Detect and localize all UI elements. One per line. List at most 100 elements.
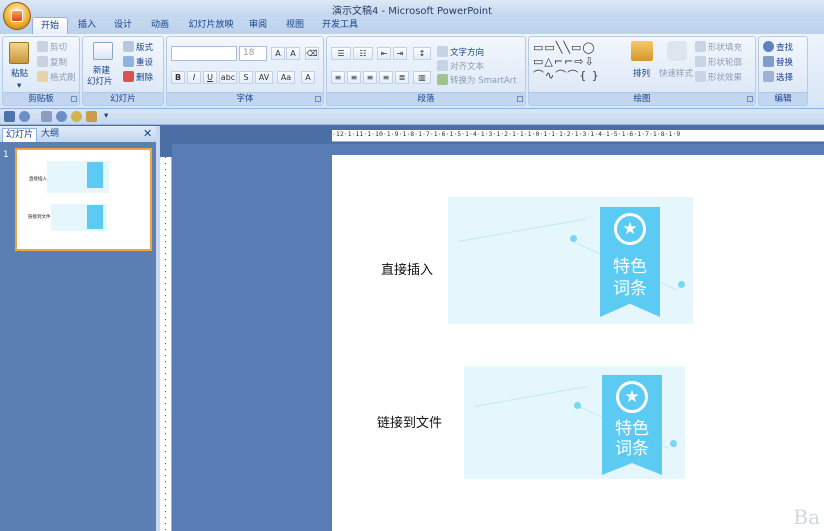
banner-line2: 词条 <box>613 279 647 299</box>
undo-icon[interactable] <box>19 111 30 122</box>
tab-review[interactable]: 审阅 <box>243 17 273 34</box>
paste-button[interactable]: 粘贴 <box>11 67 28 79</box>
select-button[interactable]: 选择 <box>776 71 793 83</box>
find-icon <box>763 41 774 52</box>
delete-icon <box>123 71 134 82</box>
format-painter-button[interactable]: 格式刷 <box>50 71 76 83</box>
shape-outline-icon <box>695 56 706 67</box>
editing-group: 查找 替换 选择 编辑 <box>758 36 808 106</box>
tab-slideshow[interactable]: 幻灯片放映 <box>183 17 239 34</box>
case-button[interactable]: Aa <box>277 71 295 84</box>
shape-outline-button[interactable]: 形状轮廓 <box>708 56 742 68</box>
banner-badge: ★ 特色 词条 <box>602 375 662 475</box>
text-direction-button[interactable]: 文字方向 <box>450 46 484 58</box>
columns-button[interactable]: ▥ <box>413 71 431 84</box>
tab-insert[interactable]: 插入 <box>72 17 102 34</box>
clipboard-launcher-icon[interactable] <box>71 96 77 102</box>
inserted-picture[interactable]: ★ 特色 词条 <box>448 197 693 324</box>
tab-slides[interactable]: 幻灯片 <box>2 128 38 142</box>
redo-icon[interactable] <box>56 111 67 122</box>
slides-group: 新建 幻灯片 版式 重设 删除 幻灯片 <box>82 36 164 106</box>
circle-tool-icon[interactable] <box>71 111 82 122</box>
tab-design[interactable]: 设计 <box>108 17 138 34</box>
shrink-font-button[interactable]: A <box>286 47 300 60</box>
tab-animation[interactable]: 动画 <box>145 17 175 34</box>
align-left-button[interactable]: ≡ <box>331 71 345 84</box>
numbering-button[interactable]: ☷ <box>353 47 373 60</box>
print-icon[interactable] <box>86 111 97 122</box>
font-name-box[interactable] <box>171 46 237 61</box>
font-size-box[interactable]: 18 <box>239 46 267 61</box>
paste-icon <box>9 42 29 64</box>
new-slide-icon <box>93 42 113 60</box>
increase-indent-button[interactable]: ⇥ <box>393 47 407 60</box>
clear-format-button[interactable]: ⌫ <box>305 47 319 60</box>
shapes-gallery[interactable]: ▭▭╲╲▭◯ ▭△⌐⌐⇨⇩ ⌒∿⌒⌒{ } <box>533 41 625 83</box>
ribbon-tabs: 开始 插入 设计 动画 幻灯片放映 审阅 视图 开发工具 <box>0 17 824 34</box>
new-slide-label[interactable]: 幻灯片 <box>87 75 113 87</box>
close-icon[interactable]: ✕ <box>143 127 152 140</box>
banner-line1: 特色 <box>613 257 647 277</box>
tab-developer[interactable]: 开发工具 <box>316 17 364 34</box>
bold-button[interactable]: B <box>171 71 185 84</box>
smartart-icon <box>437 74 448 85</box>
align-right-button[interactable]: ≡ <box>363 71 377 84</box>
tool-icon[interactable] <box>41 111 52 122</box>
replace-button[interactable]: 替换 <box>776 56 793 68</box>
linked-picture[interactable]: ★ 特色 词条 <box>464 366 685 479</box>
cut-button[interactable]: 剪切 <box>50 41 67 53</box>
paragraph-launcher-icon[interactable] <box>517 96 523 102</box>
shadow-button[interactable]: S <box>239 71 253 84</box>
slide-thumbnail[interactable]: 直接插入 链接到文件 <box>15 148 152 251</box>
scissors-icon <box>37 41 48 52</box>
banner-badge: ★ 特色 词条 <box>600 207 660 317</box>
align-text-button[interactable]: 对齐文本 <box>450 60 484 72</box>
star-badge-icon: ★ <box>616 381 648 413</box>
spacing-button[interactable]: AV <box>255 71 273 84</box>
tab-home[interactable]: 开始 <box>32 17 68 34</box>
convert-smartart-button[interactable]: 转换为 SmartArt <box>450 74 517 86</box>
shape-effects-button[interactable]: 形状效果 <box>708 71 742 83</box>
quick-styles-icon <box>667 41 687 61</box>
qat-dropdown-icon[interactable]: ▾ <box>104 111 108 121</box>
dot-decoration <box>570 235 577 242</box>
shape-fill-button[interactable]: 形状填充 <box>708 41 742 53</box>
quick-styles-button[interactable]: 快速样式 <box>659 67 693 79</box>
arrange-button[interactable]: 排列 <box>633 67 650 79</box>
tab-outline[interactable]: 大纲 <box>38 128 62 142</box>
font-color-button[interactable]: A <box>301 71 315 84</box>
font-launcher-icon[interactable] <box>315 96 321 102</box>
find-button[interactable]: 查找 <box>776 41 793 53</box>
tab-view[interactable]: 视图 <box>280 17 310 34</box>
layout-icon <box>123 41 134 52</box>
delete-button[interactable]: 删除 <box>136 71 153 83</box>
vertical-ruler <box>160 157 172 531</box>
horizontal-ruler: ·12·1·11·1·10·1·9·1·8·1·7·1·6·1·5·1·4·1·… <box>332 130 824 142</box>
save-icon[interactable] <box>4 111 15 122</box>
paragraph-label: 段落 <box>327 92 525 105</box>
slide[interactable]: 直接插入 链接到文件 ★ 特色 词条 ★ 特色 词条 Ba <box>332 155 824 531</box>
bullets-button[interactable]: ☰ <box>331 47 351 60</box>
drawing-launcher-icon[interactable] <box>747 96 753 102</box>
layout-button[interactable]: 版式 <box>136 41 153 53</box>
italic-button[interactable]: I <box>187 71 201 84</box>
distribute-button[interactable]: ≣ <box>395 71 409 84</box>
label-link-to-file[interactable]: 链接到文件 <box>377 412 442 431</box>
justify-button[interactable]: ≡ <box>379 71 393 84</box>
powerpoint-window: 演示文稿4 - Microsoft PowerPoint 开始 插入 设计 动画… <box>0 0 824 531</box>
decrease-indent-button[interactable]: ⇤ <box>377 47 391 60</box>
thumb-label1: 直接插入 <box>29 177 47 182</box>
quick-access-toolbar: ▾ <box>0 109 824 125</box>
strike-button[interactable]: abc <box>219 71 237 84</box>
copy-button[interactable]: 复制 <box>50 56 67 68</box>
grow-font-button[interactable]: A <box>271 47 285 60</box>
editing-label: 编辑 <box>759 92 807 105</box>
watermark: Ba <box>793 505 820 529</box>
line-spacing-button[interactable]: ↕ <box>413 47 431 60</box>
align-center-button[interactable]: ≡ <box>347 71 361 84</box>
underline-button[interactable]: U <box>203 71 217 84</box>
office-button[interactable] <box>3 2 31 30</box>
label-direct-insert[interactable]: 直接插入 <box>381 259 433 278</box>
reset-button[interactable]: 重设 <box>136 56 153 68</box>
window-title: 演示文稿4 - Microsoft PowerPoint <box>331 6 493 17</box>
